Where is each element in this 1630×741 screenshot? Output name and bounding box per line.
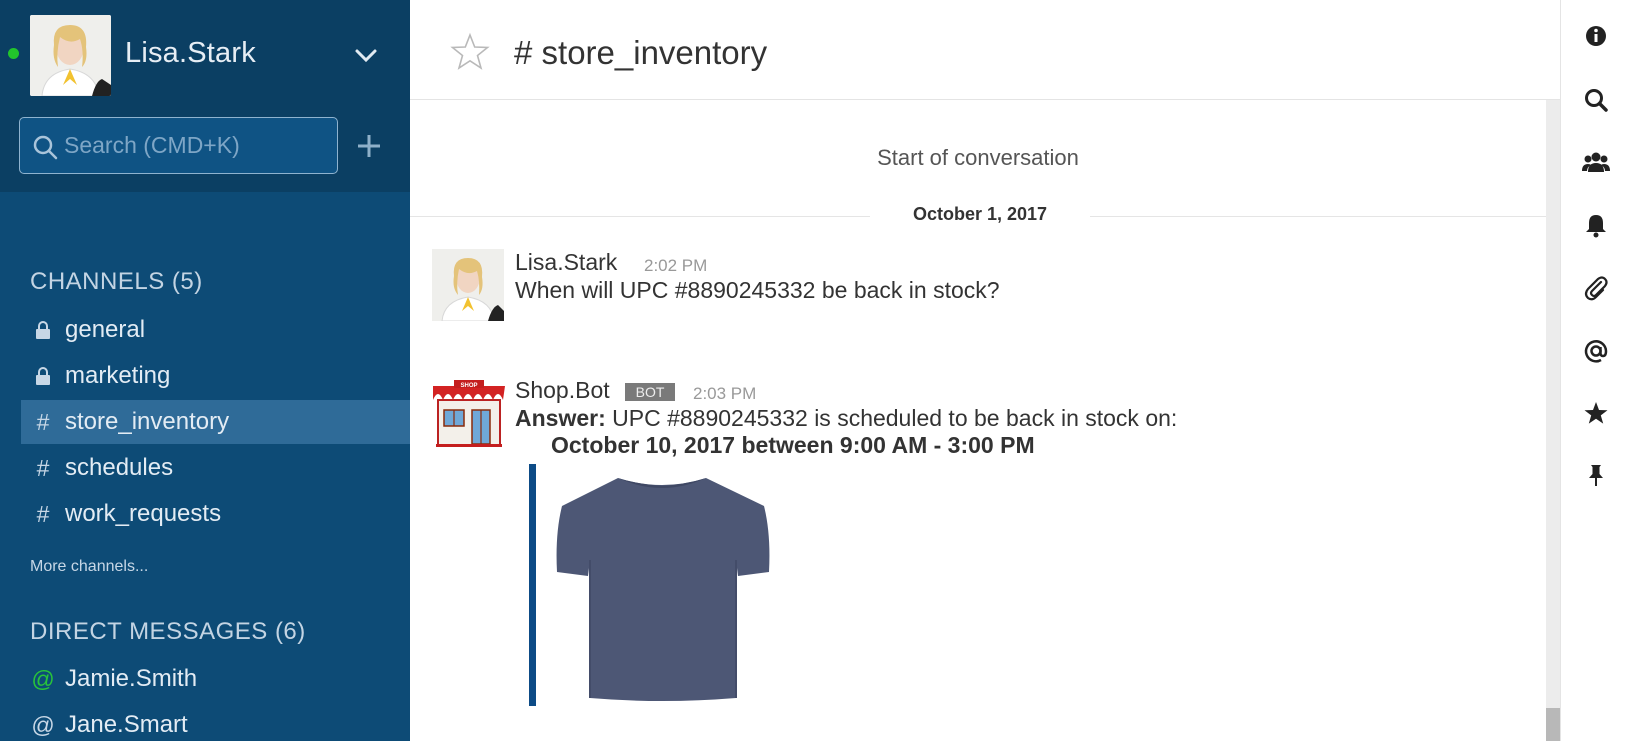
tshirt-image[interactable] xyxy=(550,464,776,706)
dm-item-jane-smart[interactable]: @ Jane.Smart xyxy=(21,703,410,741)
pinned-icon[interactable] xyxy=(1582,461,1610,489)
scrollbar-thumb[interactable] xyxy=(1546,708,1560,741)
attachments-paperclip-icon[interactable] xyxy=(1582,274,1610,302)
sidebar-header: Lisa.Stark xyxy=(0,0,410,192)
bot-badge: BOT xyxy=(625,383,675,401)
search-input[interactable] xyxy=(64,118,334,173)
user-menu-chevron-icon[interactable] xyxy=(352,41,380,69)
channel-label: general xyxy=(65,316,146,343)
dm-at-prefix: @ xyxy=(31,665,55,692)
channel-hash-prefix: # xyxy=(36,454,50,481)
channel-item-store-inventory[interactable]: # store_inventory xyxy=(21,400,410,444)
more-channels-link[interactable]: More channels... xyxy=(30,558,148,576)
dm-label: Jamie.Smith xyxy=(65,665,198,692)
main-pane: # store_inventory Start of conversation … xyxy=(410,0,1560,741)
starred-icon[interactable] xyxy=(1582,399,1610,427)
sidebar: Lisa.Stark CHANNELS (5) general xyxy=(0,0,410,741)
date-divider-label: October 1, 2017 xyxy=(870,204,1090,225)
lock-icon xyxy=(21,366,65,386)
channel-label: marketing xyxy=(65,362,171,389)
channel-label: schedules xyxy=(65,454,174,481)
bot-avatar-shop-icon[interactable]: SHOP xyxy=(430,380,508,448)
message-detail: October 10, 2017 between 9:00 AM - 3:00 … xyxy=(551,432,1035,458)
search-box[interactable] xyxy=(19,117,338,174)
message-text: Answer: UPC #8890245332 is scheduled to … xyxy=(515,405,1177,432)
message-timestamp: 2:03 PM xyxy=(693,384,757,403)
dm-at-prefix: @ xyxy=(31,711,55,738)
online-status-dot xyxy=(8,48,19,59)
attachment-bar xyxy=(529,464,536,706)
channel-hash-prefix: # xyxy=(36,500,50,527)
channel-hash-prefix: # xyxy=(36,408,50,435)
channel-item-schedules[interactable]: # schedules xyxy=(21,446,410,490)
message-avatar[interactable] xyxy=(432,249,504,321)
members-icon[interactable] xyxy=(1582,148,1610,176)
favorite-star-icon[interactable] xyxy=(450,32,490,72)
right-icon-rail xyxy=(1560,0,1630,741)
shop-sign-text: SHOP xyxy=(460,383,477,389)
notifications-bell-icon[interactable] xyxy=(1582,211,1610,239)
lock-icon xyxy=(21,320,65,340)
dm-label: Jane.Smart xyxy=(65,711,188,738)
channel-item-marketing[interactable]: marketing xyxy=(21,354,410,398)
message-timestamp: 2:02 PM xyxy=(644,256,708,275)
channel-item-general[interactable]: general xyxy=(21,308,410,352)
user-avatar[interactable] xyxy=(30,15,111,96)
channel-label: work_requests xyxy=(65,500,222,527)
username: Lisa.Stark xyxy=(125,37,256,69)
scrollbar-track[interactable] xyxy=(1546,100,1560,741)
start-of-conversation: Start of conversation xyxy=(877,145,1079,170)
search-icon[interactable] xyxy=(1582,86,1610,114)
channels-section-title: CHANNELS (5) xyxy=(30,268,203,295)
message-author[interactable]: Lisa.Stark xyxy=(515,249,617,276)
message-author[interactable]: Shop.Bot xyxy=(515,377,610,404)
search-icon xyxy=(33,135,58,160)
channel-label: store_inventory xyxy=(65,408,230,435)
direct-messages-section-title: DIRECT MESSAGES (6) xyxy=(30,618,306,645)
info-icon[interactable] xyxy=(1582,22,1610,50)
answer-label: Answer: xyxy=(515,405,606,431)
answer-text: UPC #8890245332 is scheduled to be back … xyxy=(605,405,1178,431)
app-window: Lisa.Stark CHANNELS (5) general xyxy=(0,0,1630,741)
channel-title: # store_inventory xyxy=(514,34,768,71)
channel-item-work-requests[interactable]: # work_requests xyxy=(21,492,410,536)
message-text: When will UPC #8890245332 be back in sto… xyxy=(515,277,1000,303)
channel-header: # store_inventory xyxy=(410,0,1560,100)
dm-item-jamie-smith[interactable]: @ Jamie.Smith xyxy=(21,657,410,701)
add-icon[interactable] xyxy=(355,132,383,160)
mentions-at-icon[interactable] xyxy=(1582,337,1610,365)
